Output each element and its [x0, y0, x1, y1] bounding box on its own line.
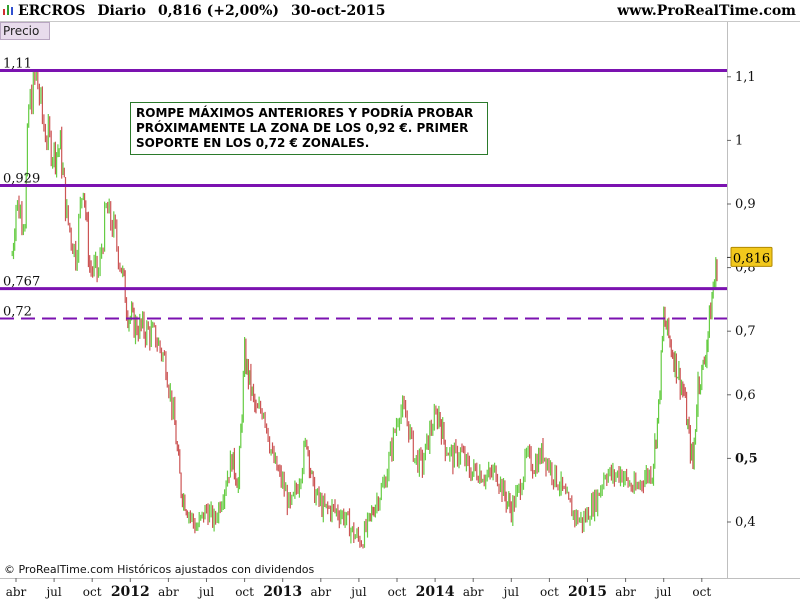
- x-tick-label: jul: [349, 585, 366, 599]
- x-tick-label: oct: [83, 585, 102, 599]
- y-tick-label: 0,6: [735, 388, 756, 403]
- x-tick-label: jul: [44, 585, 61, 599]
- y-tick-label: 1,1: [735, 70, 756, 85]
- x-tick-label: abr: [463, 585, 484, 599]
- x-tick-label: oct: [388, 585, 407, 599]
- last-price-label: 0,816: [733, 251, 770, 266]
- y-tick-label: 0,4: [735, 515, 756, 530]
- x-tick-label: abr: [311, 585, 332, 599]
- level-label: 0,72: [3, 304, 32, 319]
- x-tick-label: 2013: [263, 584, 302, 600]
- x-tick-label: oct: [692, 585, 711, 599]
- x-tick-label: abr: [158, 585, 179, 599]
- x-tick-label: abr: [615, 585, 636, 599]
- x-tick-label: 2014: [416, 584, 455, 600]
- level-label: 0,767: [3, 275, 40, 290]
- x-tick-label: 2012: [111, 584, 150, 600]
- footer-note: © ProRealTime.com Históricos ajustados c…: [4, 563, 315, 576]
- y-tick-label: 0,5: [735, 451, 758, 466]
- annotation-box: ROMPE MÁXIMOS ANTERIORES Y PODRÍA PROBAR…: [130, 102, 488, 155]
- x-tick-label: jul: [197, 585, 214, 599]
- y-tick-label: 1: [735, 133, 743, 148]
- x-tick-label: oct: [235, 585, 254, 599]
- x-tick-label: abr: [6, 585, 27, 599]
- price-chart[interactable]: 1,110,90,80,70,60,50,4abr jul oct 2012 abr ju…: [0, 0, 800, 600]
- x-tick-label: oct: [540, 585, 559, 599]
- level-label: 0,929: [3, 172, 40, 187]
- level-label: 1,11: [3, 56, 32, 71]
- x-tick-label: jul: [654, 585, 671, 599]
- x-tick-label: 2015: [568, 584, 607, 600]
- y-tick-label: 0,7: [735, 324, 756, 339]
- y-tick-label: 0,9: [735, 197, 756, 212]
- chart-window: ERCROS Diario 0,816 (+2,00%) 30-oct-2015 ww…: [0, 0, 800, 600]
- x-tick-label: jul: [502, 585, 519, 599]
